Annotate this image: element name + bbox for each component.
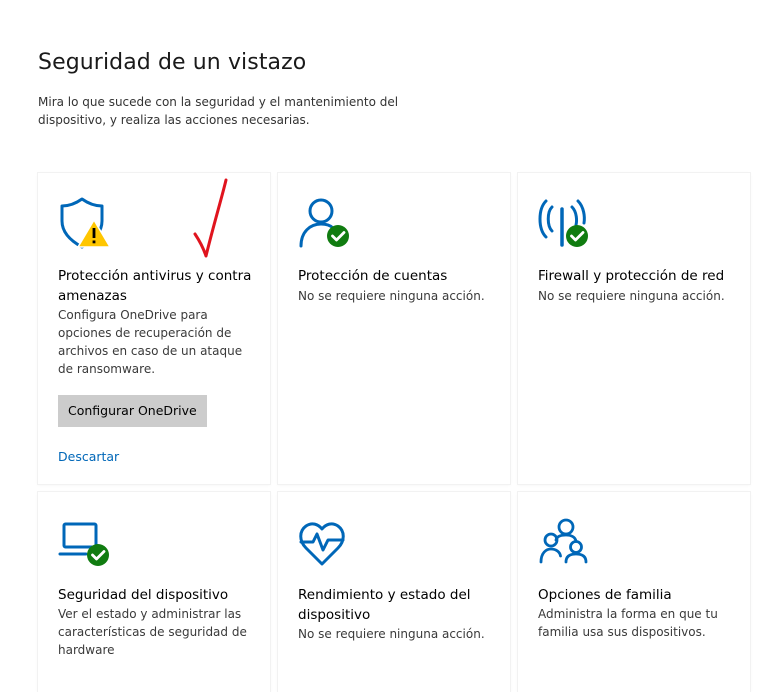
tile-firewall-title: Firewall y protección de red bbox=[538, 268, 725, 284]
security-at-a-glance-page: Seguridad de un vistazo Mira lo que suce… bbox=[0, 0, 762, 692]
shield-warning-icon bbox=[60, 197, 111, 249]
configure-onedrive-button[interactable]: Configurar OneDrive bbox=[58, 395, 207, 427]
antenna-check-icon bbox=[538, 199, 588, 247]
page-subtitle: Mira lo que sucede con la seguridad y el… bbox=[38, 95, 399, 127]
dismiss-link[interactable]: Descartar bbox=[58, 449, 119, 464]
tile-device-security-description: Ver el estado y administrar las caracter… bbox=[58, 607, 247, 657]
tile-device-security[interactable]: Seguridad del dispositivo Ver el estado … bbox=[38, 492, 270, 692]
tile-firewall[interactable]: Firewall y protección de red No se requi… bbox=[518, 173, 750, 484]
tile-account-protection-description: No se requiere ninguna acción. bbox=[298, 289, 485, 303]
tile-account-protection[interactable]: Protección de cuentas No se requiere nin… bbox=[278, 173, 510, 484]
tile-device-performance[interactable]: Rendimiento y estado del dispositivo No … bbox=[278, 492, 510, 692]
tile-device-performance-description: No se requiere ninguna acción. bbox=[298, 627, 485, 641]
tile-device-performance-title: Rendimiento y estado del dispositivo bbox=[298, 587, 471, 623]
tile-family-options[interactable]: Opciones de familia Administra la forma … bbox=[518, 492, 750, 692]
family-icon bbox=[539, 518, 588, 564]
tile-family-options-title: Opciones de familia bbox=[538, 587, 672, 603]
tile-account-protection-title: Protección de cuentas bbox=[298, 268, 448, 284]
tile-antivirus-title: Protección antivirus y contra amenazas bbox=[58, 268, 252, 304]
tile-family-options-description: Administra la forma en que tu familia us… bbox=[538, 607, 718, 639]
tile-antivirus[interactable]: Protección antivirus y contra amenazas C… bbox=[38, 173, 270, 484]
person-check-icon bbox=[299, 198, 349, 248]
heart-pulse-icon bbox=[299, 522, 345, 566]
page-title: Seguridad de un vistazo bbox=[38, 50, 307, 75]
laptop-check-icon bbox=[58, 522, 109, 566]
tile-antivirus-description: Configura OneDrive para opciones de recu… bbox=[58, 308, 243, 376]
tile-device-security-title: Seguridad del dispositivo bbox=[58, 587, 229, 603]
tile-firewall-description: No se requiere ninguna acción. bbox=[538, 289, 725, 303]
